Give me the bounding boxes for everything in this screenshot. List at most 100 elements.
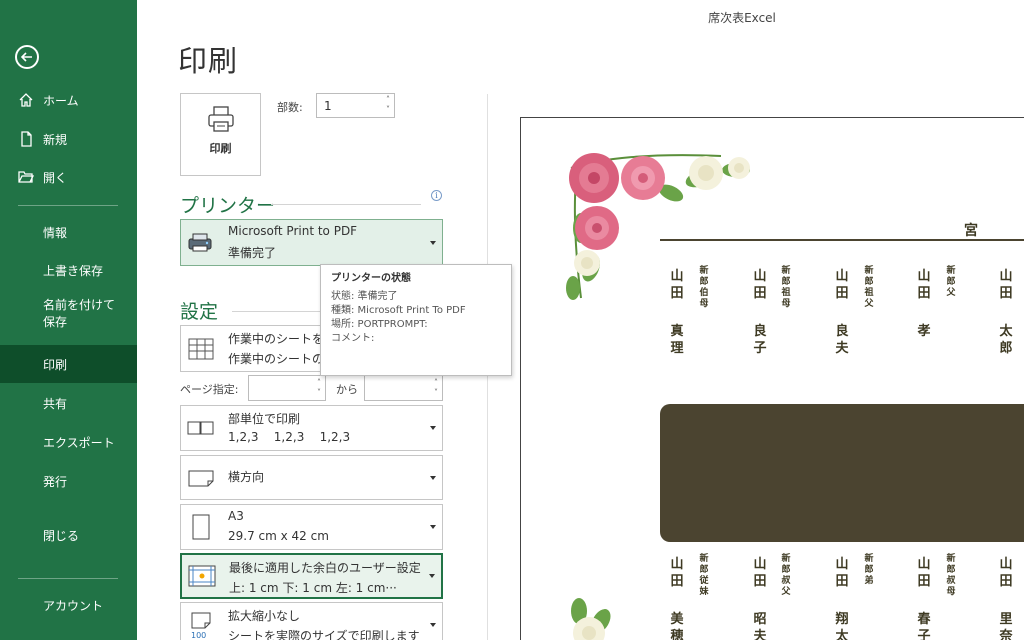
collate-dropdown[interactable]: 部単位で印刷 1,2,3 1,2,3 1,2,3 [180,405,443,451]
dropdown-arrow-icon [430,240,436,245]
sidebar-item-label: 名前を付けて保存 [43,298,116,329]
printer-name: Microsoft Print to PDF [228,224,358,238]
scaling-icon: 100 [191,612,211,640]
guest-given-name: 春子 [917,612,931,640]
guest-role: 新郎叔母 [946,554,956,597]
orientation-title: 横方向 [228,470,265,484]
sidebar-divider [18,578,118,579]
guest-role: 新郎弟 [864,554,874,586]
copies-spinner[interactable]: ˄ ˅ [386,95,390,115]
scaling-dropdown[interactable]: 100 拡大縮小なし シートを実際のサイズで印刷します [180,602,443,640]
guest-role: 新郎従妹 [699,554,709,597]
tooltip-line: 場所: PORTPROMPT: [331,319,428,330]
collate-description: 1,2,3 1,2,3 1,2,3 [228,430,351,444]
sidebar-item-label: 発行 [43,474,68,489]
new-document-icon [21,131,32,147]
copies-value: 1 [324,99,332,113]
sidebar-item-label: アカウント [43,598,104,613]
guest-surname: 山田 [670,269,684,301]
open-folder-icon [18,171,34,183]
guest-surname: 山田 [835,557,849,589]
paper-size-title: A3 [228,509,244,523]
info-icon[interactable]: i [431,190,442,201]
guest-given-name: 里奈 [999,612,1013,640]
sidebar-item-label: 新規 [43,132,68,147]
sidebar-item-home[interactable]: ホーム [0,81,137,119]
guest-surname: 山田 [835,269,849,301]
page-to-spinner[interactable]: ˄ ˅ [434,378,438,398]
backstage-sidebar: ホーム 新規 開く 情報 上書き保存 名前を付けて保存 印刷 共有 エクスポート… [0,0,137,640]
home-icon [19,93,33,107]
guest-surname: 山田 [917,269,931,301]
tooltip-line: 状態: 準備完了 [331,291,398,302]
guest-given-name: 翔太 [835,612,849,640]
margins-description: 上: 1 cm 下: 1 cm 左: 1 cm··· [229,581,397,595]
guest-surname: 山田 [670,557,684,589]
page-to-input[interactable]: ˄ ˅ [364,375,443,401]
sidebar-item-new[interactable]: 新規 [0,120,137,158]
dropdown-arrow-icon [430,525,436,529]
window-title: 席次表Excel [708,11,776,25]
sidebar-item-save[interactable]: 上書き保存 [0,251,137,289]
sidebar-item-export[interactable]: エクスポート [0,423,137,461]
dropdown-arrow-icon [429,574,435,578]
dropdown-arrow-icon [430,475,436,480]
sidebar-item-label: 印刷 [43,357,68,372]
guest-role: 新郎祖父 [864,266,874,309]
dropdown-arrow-icon [430,426,436,430]
printer-device-icon [188,233,212,251]
printer-icon [207,106,234,132]
preview-header-char: 宮 [964,223,978,239]
pages-label: ページ指定: [180,383,239,396]
page-from-input[interactable]: ˄ ˅ [248,375,326,401]
printer-dropdown[interactable]: Microsoft Print to PDF 準備完了 [180,219,443,266]
sidebar-item-save-as[interactable]: 名前を付けて保存 [0,297,137,339]
copies-input[interactable]: 1 ˄ ˅ [316,93,395,118]
sidebar-item-publish[interactable]: 発行 [0,462,137,500]
sidebar-item-account[interactable]: アカウント [0,586,137,624]
guest-given-name: 美穂 [670,612,684,640]
preview-table-band [660,404,1024,542]
guest-given-name: 孝 [917,324,931,339]
sidebar-item-close[interactable]: 閉じる [0,516,137,554]
page-from-spinner[interactable]: ˄ ˅ [317,378,321,398]
sheet-grid-icon [188,338,214,359]
portrait-page-icon [192,514,210,540]
sidebar-item-label: 開く [43,170,68,185]
sidebar-item-label: エクスポート [43,435,115,450]
print-preview: 宮 山田 新郎伯母 真理 山田 新郎祖母 良子 山田 新郎祖父 良夫 山田 新郎… [520,117,1024,640]
sidebar-item-info[interactable]: 情報 [0,213,137,251]
guest-surname: 山田 [917,557,931,589]
paper-size-dropdown[interactable]: A3 29.7 cm x 42 cm [180,504,443,550]
guest-surname: 山田 [753,269,767,301]
sidebar-item-open[interactable]: 開く [0,158,137,196]
margins-dropdown[interactable]: 最後に適用した余白のユーザー設定 上: 1 cm 下: 1 cm 左: 1 cm… [180,553,443,599]
collate-title: 部単位で印刷 [228,412,301,426]
back-arrow-icon[interactable] [15,45,39,69]
tooltip-title: プリンターの状態 [331,273,411,284]
orientation-dropdown[interactable]: 横方向 [180,455,443,500]
sidebar-item-share[interactable]: 共有 [0,384,137,422]
sidebar-item-label: 共有 [43,396,68,411]
guest-role: 新郎父 [946,266,956,298]
rose-decoration-bottom [571,598,611,640]
guest-role: 新郎叔父 [781,554,791,597]
margins-title: 最後に適用した余白のユーザー設定 [229,561,421,575]
guest-surname: 山田 [999,557,1013,589]
print-button[interactable]: 印刷 [180,93,261,176]
paper-size-dimensions: 29.7 cm x 42 cm [228,529,329,543]
to-label: から [336,383,358,396]
page-title: 印刷 [178,44,239,78]
guest-given-name: 太郎 [999,324,1013,356]
printer-section-title: プリンター [180,195,276,217]
guest-given-name: 良子 [753,324,767,356]
guest-surname: 山田 [999,269,1013,301]
landscape-page-icon [188,470,214,486]
guest-given-name: 真理 [670,324,684,356]
sidebar-item-print[interactable]: 印刷 [0,345,137,383]
section-divider [271,204,421,205]
scaling-title: 拡大縮小なし [228,609,301,623]
printer-status: 準備完了 [228,246,277,260]
section-divider [232,311,322,312]
guest-role: 新郎祖母 [781,266,791,309]
